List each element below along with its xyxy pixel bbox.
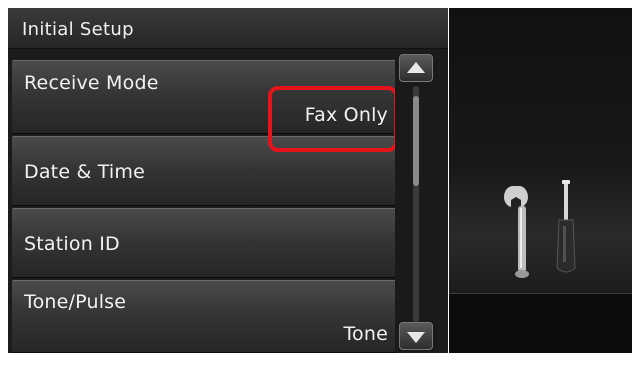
side-panel-bottom bbox=[449, 294, 632, 353]
scroll-down-button[interactable] bbox=[399, 322, 433, 350]
menu-item-value: Tone bbox=[343, 323, 388, 345]
tools-tile[interactable] bbox=[449, 8, 632, 293]
printer-lcd-screen: Initial Setup Receive Mode Fax Only Date… bbox=[0, 0, 640, 365]
setup-menu-panel: Initial Setup Receive Mode Fax Only Date… bbox=[8, 8, 448, 353]
highlight-annotation bbox=[268, 86, 398, 152]
page-title: Initial Setup bbox=[22, 19, 134, 40]
scrollbar[interactable] bbox=[395, 52, 438, 352]
title-bar: Initial Setup bbox=[8, 8, 448, 49]
scroll-thumb[interactable] bbox=[413, 96, 419, 186]
wrench-and-screwdriver-icon bbox=[504, 180, 576, 278]
menu-item-label: Receive Mode bbox=[24, 72, 159, 94]
menu-item-label: Station ID bbox=[24, 233, 120, 255]
scroll-up-button[interactable] bbox=[399, 54, 433, 82]
side-panel bbox=[449, 8, 632, 353]
menu-item-label: Tone/Pulse bbox=[24, 291, 127, 313]
menu-item-tone-pulse[interactable]: Tone/Pulse Tone bbox=[12, 280, 398, 353]
triangle-up-icon bbox=[407, 62, 425, 73]
menu-item-label: Date & Time bbox=[24, 161, 146, 183]
triangle-down-icon bbox=[407, 332, 425, 343]
menu-item-station-id[interactable]: Station ID bbox=[12, 208, 398, 278]
